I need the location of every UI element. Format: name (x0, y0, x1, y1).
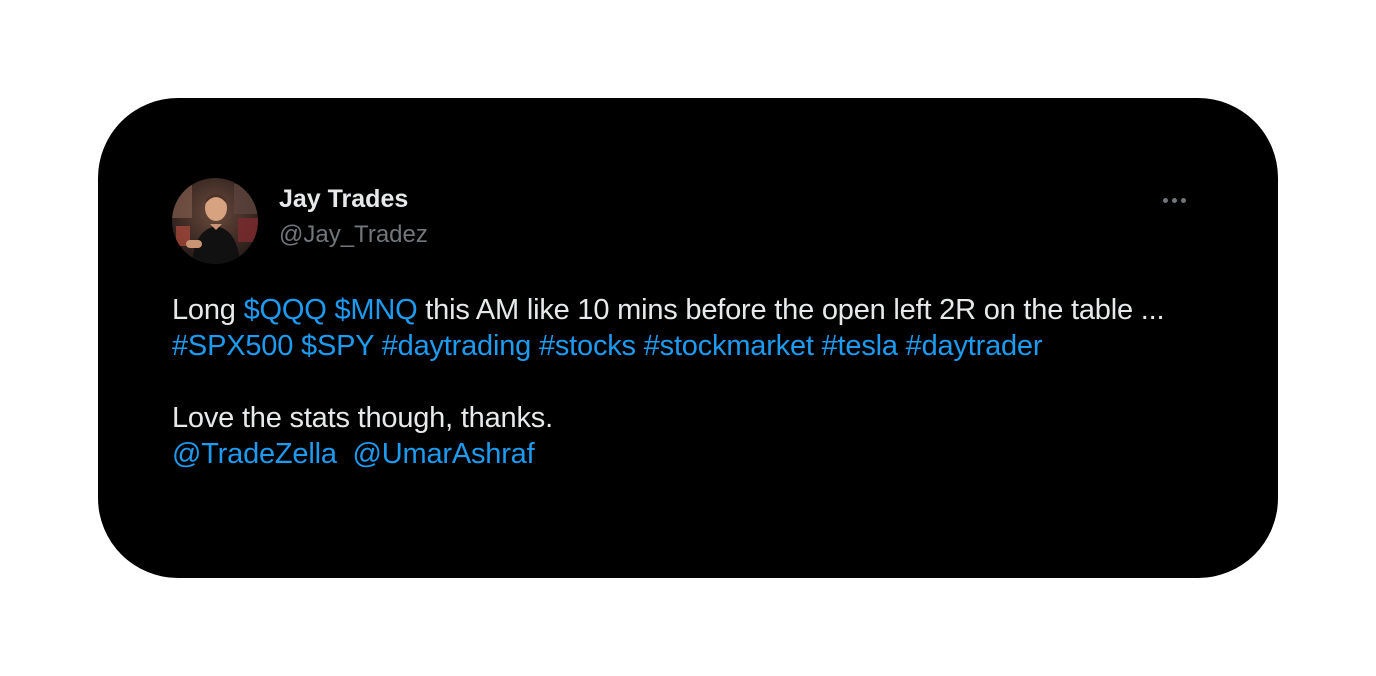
hashtag-link[interactable]: #SPX500 (172, 330, 293, 362)
tweet-card: Jay Trades @Jay_Tradez Long $QQQ $MNQ th… (98, 98, 1278, 578)
hashtag-link[interactable]: #stocks (539, 330, 636, 362)
more-options-button[interactable] (1154, 186, 1194, 214)
tweet-text-segment (636, 330, 644, 362)
tweet-text-segment (814, 330, 822, 362)
display-name[interactable]: Jay Trades (279, 184, 428, 214)
mention-link[interactable]: @UmarAshraf (353, 438, 535, 470)
tweet-text-segment (374, 330, 382, 362)
hashtag-link[interactable]: #daytrading (382, 330, 532, 362)
tweet-paragraph: Love the stats though, thanks. @TradeZell… (172, 400, 1182, 472)
author-info: Jay Trades @Jay_Tradez (279, 184, 428, 250)
more-horizontal-icon (1161, 197, 1188, 203)
user-handle[interactable]: @Jay_Tradez (279, 220, 428, 250)
tweet-text-segment (337, 438, 353, 470)
hashtag-link[interactable]: #tesla (822, 330, 898, 362)
cashtag-link[interactable]: $SPY (301, 330, 374, 362)
tweet-text-segment: Love the stats though, thanks. (172, 402, 553, 434)
tweet-text: Long $QQQ $MNQ this AM like 10 mins befo… (172, 292, 1182, 472)
avatar[interactable] (172, 178, 258, 264)
mention-link[interactable]: @TradeZella (172, 438, 337, 470)
hashtag-link[interactable]: #daytrader (906, 330, 1043, 362)
tweet-text-segment (898, 330, 906, 362)
cashtag-link[interactable]: $QQQ (244, 294, 327, 326)
tweet-text-segment: Long (172, 294, 244, 326)
hashtag-link[interactable]: #stockmarket (644, 330, 814, 362)
tweet-text-segment: this AM like 10 mins before the open lef… (417, 294, 1165, 326)
tweet-paragraph: Long $QQQ $MNQ this AM like 10 mins befo… (172, 292, 1182, 364)
cashtag-link[interactable]: $MNQ (334, 294, 417, 326)
tweet-text-segment (293, 330, 301, 362)
tweet-text-segment (531, 330, 539, 362)
avatar-image (172, 178, 258, 264)
